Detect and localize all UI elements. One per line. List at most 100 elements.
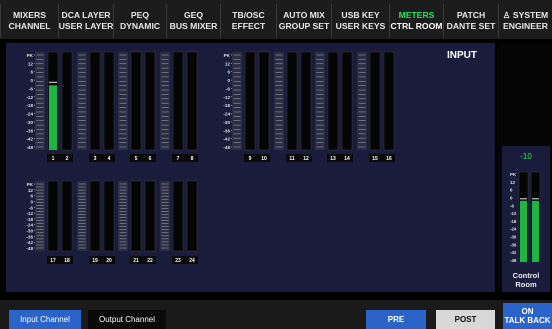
meter-strip-scale-column (274, 52, 284, 150)
channel-number-label: 21 (133, 258, 139, 264)
meter-bar-background (244, 51, 256, 151)
channel-number-label: 17 (50, 258, 56, 264)
meter-strip-scale-column (315, 52, 325, 150)
input-channel-button[interactable]: Input Channel (9, 310, 81, 329)
channel-number-label: 14 (344, 156, 350, 162)
channel-number-label: 20 (106, 258, 112, 264)
control-room-meter-level (520, 200, 527, 262)
row1-left-scale-label: -24 (26, 112, 33, 117)
row2-scale-label: -42 (26, 240, 33, 245)
row2-scale-label: -18 (26, 217, 33, 222)
row1-right-scale-label: -48 (223, 145, 230, 150)
meter-bar-background (172, 51, 184, 151)
meter-bar-background (144, 51, 156, 151)
meter-strip-scale-column (77, 181, 87, 251)
row1-right-scale-label: -36 (223, 128, 230, 133)
meter-bar-background (383, 51, 395, 151)
channel-number-label: 24 (189, 258, 195, 264)
channel-number-label: 5 (135, 156, 138, 162)
row1-right-scale-label: 12 (225, 61, 231, 66)
row1-right-scale-label: -18 (223, 103, 230, 108)
meter-bar-background (341, 51, 353, 151)
row1-left-scale-label: -48 (26, 145, 33, 150)
control-room-scale-label: -12 (510, 211, 517, 216)
meter-bar-background (300, 51, 312, 151)
row1-left-scale-label: 0 (30, 78, 33, 83)
channel-number-label: 3 (94, 156, 97, 162)
row2-scale-label: -24 (26, 223, 33, 228)
control-room-scale-label: -24 (510, 227, 517, 232)
meter-strip-scale-column (35, 181, 45, 251)
meter-bar-level (49, 85, 57, 150)
control-room-scale-label: -6 (510, 203, 514, 208)
row1-right-scale-label: 0 (227, 78, 230, 83)
meter-bar-background (103, 51, 115, 151)
channel-number-label: 16 (386, 156, 392, 162)
channel-number-label: 11 (289, 156, 295, 162)
channel-number-label: 13 (330, 156, 336, 162)
row1-left-scale-label: -12 (26, 95, 33, 100)
row2-scale-label: 0 (30, 199, 33, 204)
meter-bar-background (47, 180, 59, 252)
output-channel-button[interactable]: Output Channel (88, 310, 166, 329)
meter-graphics: PK1260-6-12-18-24-30-36-42-48PK1260-6-12… (26, 51, 541, 264)
control-room-scale-label: -48 (510, 258, 517, 263)
meter-strip-scale-column (160, 52, 170, 150)
talkback-state: ON (521, 307, 534, 316)
pre-button[interactable]: PRE (366, 310, 426, 329)
meter-bar-background (103, 180, 115, 252)
channel-number-label: 6 (149, 156, 152, 162)
row2-scale-label: 6 (30, 194, 33, 199)
meter-strip-scale-column (35, 52, 45, 150)
channel-number-label: 9 (249, 156, 252, 162)
row1-left-scale-label: -30 (26, 120, 33, 125)
post-button[interactable]: POST (436, 310, 495, 329)
meter-strip-scale-column (357, 52, 367, 150)
row1-right-scale-label: 6 (227, 70, 230, 75)
control-room-scale-label: -18 (510, 219, 517, 224)
row1-left-scale-label: -18 (26, 103, 33, 108)
row1-right-scale-label: -6 (226, 86, 231, 91)
meter-bar-background (130, 180, 142, 252)
row2-scale-label: -48 (26, 246, 33, 251)
talkback-button[interactable]: ON TALK BACK (503, 303, 552, 329)
channel-number-label: 15 (372, 156, 378, 162)
row1-left-scale-label: 6 (30, 70, 33, 75)
row1-right-scale-label: -42 (223, 137, 230, 142)
meter-strip-scale-column (118, 52, 128, 150)
meter-bar-background (186, 51, 198, 151)
row1-left-scale-label: -6 (29, 86, 34, 91)
meter-bar-background (172, 180, 184, 252)
row1-right-scale-label: -30 (223, 120, 230, 125)
row2-scale-label: -6 (29, 205, 34, 210)
row1-left-scale-label: 12 (28, 61, 34, 66)
meter-bar-background (258, 51, 270, 151)
meter-bar-background (61, 180, 73, 252)
row2-scale-label: -30 (26, 229, 33, 234)
control-room-scale-label: -42 (510, 250, 517, 255)
row1-right-scale-label: -12 (223, 95, 230, 100)
meter-bar-background (61, 51, 73, 151)
row2-scale-label: -12 (26, 211, 33, 216)
row1-right-scale-label: -24 (223, 112, 230, 117)
meter-bar-background (89, 180, 101, 252)
control-room-meter-level (532, 200, 539, 262)
meter-bar-background (369, 51, 381, 151)
meter-bar-background (144, 180, 156, 252)
channel-number-label: 7 (177, 156, 180, 162)
meter-strip-scale-column (232, 52, 242, 150)
row1-left-scale-label: PK (27, 53, 34, 58)
channel-number-label: 19 (92, 258, 98, 264)
control-room-scale-label: PK (510, 172, 517, 177)
control-room-scale-label: 0 (510, 195, 513, 200)
channel-number-label: 23 (175, 258, 181, 264)
channel-number-label: 18 (64, 258, 70, 264)
row1-left-scale-label: -36 (26, 128, 33, 133)
control-room-scale-label: -36 (510, 242, 517, 247)
row1-left-scale-label: -42 (26, 137, 33, 142)
meter-strip-scale-column (77, 52, 87, 150)
row2-scale-label: 12 (28, 188, 34, 193)
meter-bar-background (327, 51, 339, 151)
channel-number-label: 10 (261, 156, 267, 162)
meter-strip-scale-column (118, 181, 128, 251)
